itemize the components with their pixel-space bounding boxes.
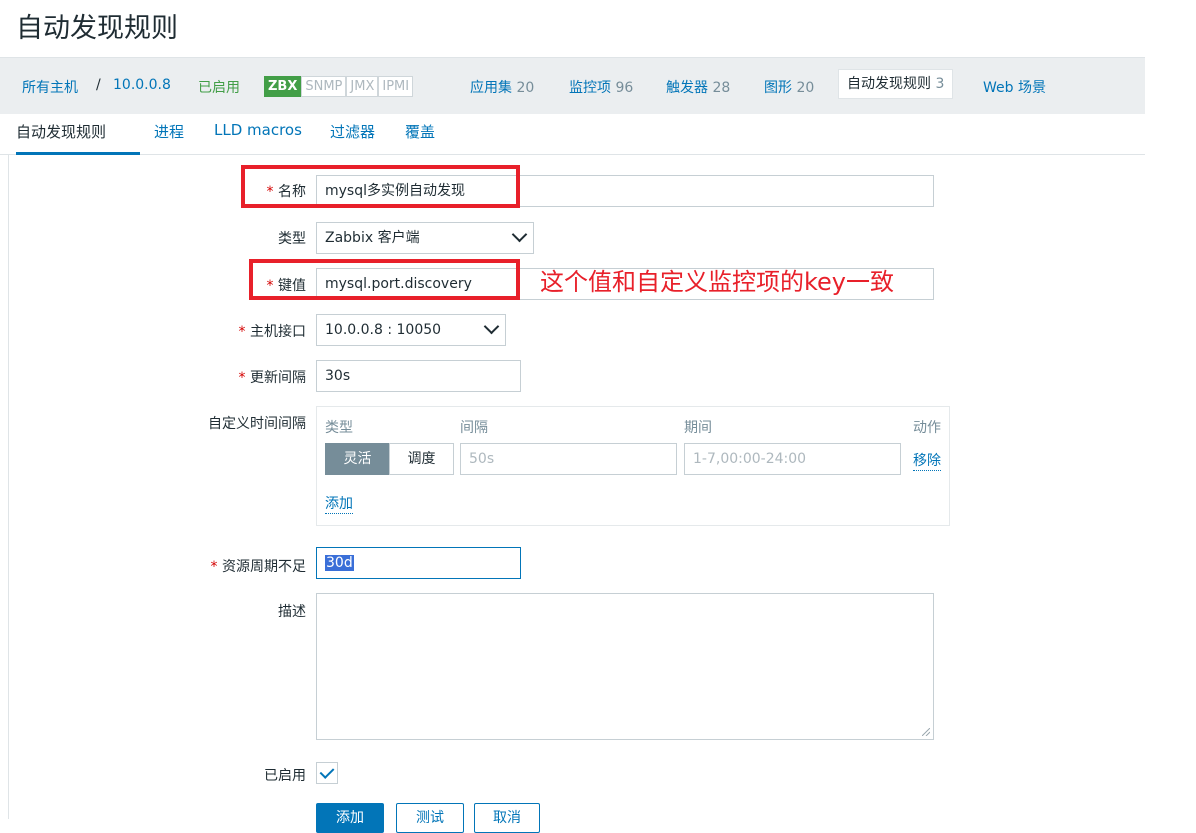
custom-intervals-label: 自定义时间间隔 — [208, 416, 306, 432]
host-link[interactable]: 10.0.0.8 — [113, 77, 171, 93]
content-border — [8, 155, 9, 819]
flexible-toggle[interactable]: 灵活 — [325, 443, 390, 475]
ipmi-badge: IPMI — [378, 76, 414, 97]
applications-link[interactable]: 应用集 20 — [470, 77, 534, 97]
update-interval-input[interactable]: 30s — [316, 360, 521, 392]
items-link[interactable]: 监控项 96 — [569, 77, 633, 97]
update-interval-label: * 更新间隔 — [238, 370, 306, 386]
header-period: 期间 — [684, 420, 712, 436]
lifetime-input[interactable]: 30d — [316, 547, 521, 579]
enabled-checkbox[interactable] — [316, 762, 338, 784]
resize-grip-icon[interactable] — [922, 728, 930, 736]
lifetime-label: * 资源周期不足 — [210, 559, 306, 575]
triggers-link[interactable]: 触发器 28 — [666, 77, 730, 97]
interface-select[interactable]: 10.0.0.8 : 10050 — [316, 314, 506, 346]
type-label: 类型 — [278, 231, 306, 247]
annotation-box-key — [249, 259, 520, 300]
annotation-box-name — [241, 165, 520, 208]
form-tabs: 自动发现规则 进程 LLD macros 过滤器 覆盖 — [0, 113, 1145, 155]
jmx-badge: JMX — [346, 76, 379, 97]
custom-intervals-table: 类型 间隔 期间 动作 灵活 调度 50s 1-7,00:00-24:00 移除… — [316, 406, 950, 526]
discovery-rules-tab[interactable]: 自动发现规则 3 — [838, 69, 954, 99]
header-type: 类型 — [325, 420, 353, 436]
add-interval-link[interactable]: 添加 — [325, 493, 353, 514]
annotation-text: 这个值和自定义监控项的key一致 — [540, 268, 895, 296]
interval-input[interactable]: 50s — [460, 443, 677, 475]
all-hosts-link[interactable]: 所有主机 — [22, 77, 78, 97]
active-tab-indicator — [16, 152, 140, 155]
check-icon — [319, 764, 335, 779]
scheduling-toggle[interactable]: 调度 — [389, 443, 454, 475]
web-scenarios-link[interactable]: Web 场景 — [983, 77, 1046, 97]
chevron-down-icon — [483, 318, 500, 335]
header-interval: 间隔 — [460, 420, 488, 436]
description-textarea[interactable] — [316, 593, 934, 740]
cancel-button[interactable]: 取消 — [474, 803, 540, 833]
host-status-enabled[interactable]: 已启用 — [198, 77, 240, 97]
type-select[interactable]: Zabbix 客户端 — [316, 222, 534, 254]
period-input[interactable]: 1-7,00:00-24:00 — [684, 443, 901, 475]
zbx-badge: ZBX — [264, 76, 302, 97]
description-label: 描述 — [278, 604, 306, 620]
header-action: 动作 — [913, 420, 941, 436]
add-button[interactable]: 添加 — [316, 803, 384, 833]
breadcrumb-separator: / — [96, 77, 101, 93]
tab-preprocessing[interactable]: 进程 — [154, 121, 184, 142]
tab-discovery-rule[interactable]: 自动发现规则 — [16, 121, 106, 142]
tab-lld-macros[interactable]: LLD macros — [214, 121, 302, 139]
page-title: 自动发现规则 — [16, 13, 178, 44]
remove-link[interactable]: 移除 — [913, 450, 941, 471]
enabled-label: 已启用 — [264, 768, 306, 784]
tab-overrides[interactable]: 覆盖 — [405, 121, 435, 142]
interface-label: * 主机接口 — [238, 324, 306, 340]
tab-filters[interactable]: 过滤器 — [330, 121, 375, 142]
test-button[interactable]: 测试 — [396, 803, 464, 833]
host-navigation: 所有主机 / 10.0.0.8 已启用 ZBX SNMP JMX IPMI 应用集 2… — [0, 57, 1145, 114]
availability-badges: ZBX SNMP JMX IPMI — [264, 76, 414, 97]
chevron-down-icon — [511, 226, 528, 243]
snmp-badge: SNMP — [301, 76, 347, 97]
graphs-link[interactable]: 图形 20 — [764, 77, 814, 97]
